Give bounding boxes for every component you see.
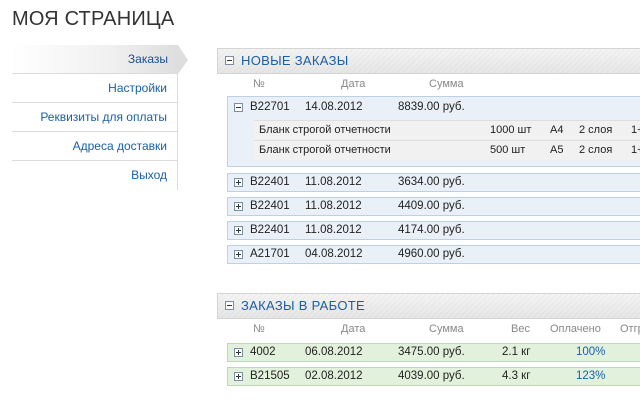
order-sum: 4174.00 руб. xyxy=(398,224,465,236)
item-qty: 1000 шт xyxy=(490,124,532,136)
col-paid: Оплачено xyxy=(550,323,601,335)
order-expanded: B22701 14.08.2012 8839.00 руб. Бланк стр… xyxy=(227,96,640,167)
col-num: № xyxy=(253,323,265,335)
order-number: A21701 xyxy=(250,248,290,260)
work-orders-title: ЗАКАЗЫ В РАБОТЕ xyxy=(241,298,365,313)
expand-icon[interactable] xyxy=(234,226,243,235)
collapse-icon[interactable] xyxy=(225,56,234,65)
order-number: B22401 xyxy=(250,176,290,188)
order-date: 06.08.2012 xyxy=(305,346,363,358)
expand-icon[interactable] xyxy=(234,178,243,187)
order-sum: 4409.00 руб. xyxy=(398,200,465,212)
item-layers: 2 слоя xyxy=(579,144,613,156)
order-sum: 8839.00 руб. xyxy=(398,101,465,113)
order-row[interactable]: 4002 06.08.2012 3475.00 руб. 2.1 кг 100% xyxy=(227,343,640,362)
order-item-row: Бланк строгой отчетности 1000 шт A4 2 сл… xyxy=(254,120,640,140)
new-orders-column-headers: № Дата Сумма xyxy=(217,74,640,95)
col-sum: Сумма xyxy=(429,78,464,90)
item-format: A4 xyxy=(550,124,564,136)
order-sum: 4039.00 руб. xyxy=(398,370,465,382)
new-orders-header[interactable]: НОВЫЕ ЗАКАЗЫ xyxy=(217,48,640,74)
sidebar-item-orders[interactable]: Заказы xyxy=(12,45,188,74)
order-sum: 3634.00 руб. xyxy=(398,176,465,188)
item-format: A5 xyxy=(550,144,564,156)
sidebar: Заказы Настройки Реквизиты для оплаты Ад… xyxy=(12,45,188,190)
order-paid[interactable]: 123% xyxy=(576,370,605,382)
col-date: Дата xyxy=(341,323,366,335)
order-sum: 3475.00 руб. xyxy=(398,346,465,358)
order-date: 02.08.2012 xyxy=(305,370,363,382)
item-qty: 500 шт xyxy=(490,144,526,156)
order-date: 11.08.2012 xyxy=(305,176,362,188)
order-row[interactable]: A21701 04.08.2012 4960.00 руб. xyxy=(227,245,640,264)
order-number: B21505 xyxy=(250,370,290,382)
expand-icon[interactable] xyxy=(234,372,243,381)
order-date: 14.08.2012 xyxy=(305,101,363,113)
order-date: 11.08.2012 xyxy=(305,224,362,236)
collapse-icon[interactable] xyxy=(234,103,243,112)
col-sum: Сумма xyxy=(429,323,464,335)
work-orders-section: ЗАКАЗЫ В РАБОТЕ № Дата Сумма Вес Оплачен… xyxy=(217,293,640,386)
order-number: B22401 xyxy=(250,200,290,212)
collapse-icon[interactable] xyxy=(225,301,234,310)
item-name: Бланк строгой отчетности xyxy=(259,124,391,136)
order-date: 11.08.2012 xyxy=(305,200,362,212)
order-number: B22401 xyxy=(250,224,290,236)
work-orders-column-headers: № Дата Сумма Вес Оплачено Отгр xyxy=(217,319,640,340)
work-orders-header[interactable]: ЗАКАЗЫ В РАБОТЕ xyxy=(217,293,640,319)
order-number: B22701 xyxy=(250,101,290,113)
order-number: 4002 xyxy=(250,346,276,358)
order-row[interactable]: B22401 11.08.2012 3634.00 руб. xyxy=(227,173,640,192)
new-orders-section: НОВЫЕ ЗАКАЗЫ № Дата Сумма B22701 14.08.2… xyxy=(217,48,640,264)
order-row[interactable]: B22401 11.08.2012 4409.00 руб. xyxy=(227,197,640,216)
col-weight: Вес xyxy=(511,323,530,335)
sidebar-item-payment-details[interactable]: Реквизиты для оплаты xyxy=(12,103,178,132)
order-row[interactable]: B22401 11.08.2012 4174.00 руб. xyxy=(227,221,640,240)
order-row[interactable]: B21505 02.08.2012 4039.00 руб. 4.3 кг 12… xyxy=(227,367,640,386)
new-orders-title: НОВЫЕ ЗАКАЗЫ xyxy=(241,53,349,68)
order-weight: 2.1 кг xyxy=(502,346,531,358)
sidebar-item-logout[interactable]: Выход xyxy=(12,161,178,190)
col-shipped: Отгр xyxy=(620,323,640,335)
expand-icon[interactable] xyxy=(234,250,243,259)
order-item-row: Бланк строгой отчетности 500 шт A5 2 сло… xyxy=(254,140,640,160)
page-title: МОЯ СТРАНИЦА xyxy=(12,8,175,30)
col-date: Дата xyxy=(341,78,366,90)
col-num: № xyxy=(253,78,265,90)
item-layers: 2 слоя xyxy=(579,124,613,136)
item-extra: 1+ xyxy=(631,144,640,156)
order-sum: 4960.00 руб. xyxy=(398,248,465,260)
sidebar-item-settings[interactable]: Настройки xyxy=(12,74,178,103)
sidebar-item-delivery-addresses[interactable]: Адреса доставки xyxy=(12,132,178,161)
expand-icon[interactable] xyxy=(234,348,243,357)
item-name: Бланк строгой отчетности xyxy=(259,144,391,156)
order-weight: 4.3 кг xyxy=(502,370,531,382)
order-date: 04.08.2012 xyxy=(305,248,363,260)
order-paid[interactable]: 100% xyxy=(576,346,605,358)
expand-icon[interactable] xyxy=(234,202,243,211)
item-extra: 1+ xyxy=(631,124,640,136)
